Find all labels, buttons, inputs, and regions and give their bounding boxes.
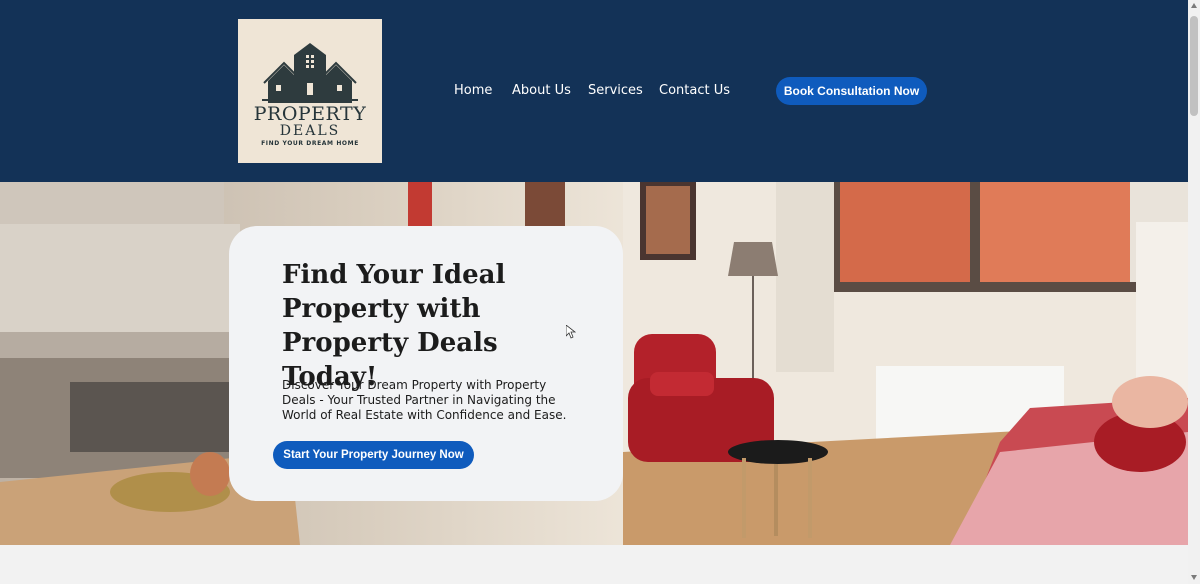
scroll-up-arrow-icon[interactable] — [1191, 3, 1197, 8]
mouse-cursor-icon — [566, 325, 576, 339]
hero-description: Discover Your Dream Property with Proper… — [282, 378, 567, 422]
logo-title: PROPERTY — [253, 103, 367, 125]
logo-tagline: FIND YOUR DREAM HOME — [261, 140, 359, 147]
nav-link-home[interactable]: Home — [454, 83, 492, 98]
scroll-thumb[interactable] — [1190, 16, 1198, 116]
nav-link-contact-us[interactable]: Contact Us — [659, 83, 730, 98]
start-property-journey-button[interactable]: Start Your Property Journey Now — [273, 441, 474, 469]
next-section — [0, 545, 1188, 584]
nav-link-about-us[interactable]: About Us — [512, 83, 571, 98]
page-scrollbar[interactable] — [1188, 0, 1200, 584]
nav-link-services[interactable]: Services — [588, 83, 643, 98]
main-nav: Home About Us Services Contact Us — [0, 83, 800, 101]
logo-subtitle: DEALS — [279, 123, 341, 139]
hero-section: Find Your Ideal Property with Property D… — [0, 182, 1188, 545]
site-header: PROPERTY DEALS FIND YOUR DREAM HOME Home… — [0, 0, 1188, 182]
scroll-down-arrow-icon[interactable] — [1191, 575, 1197, 580]
hero-card: Find Your Ideal Property with Property D… — [229, 226, 623, 501]
book-consultation-button[interactable]: Book Consultation Now — [776, 77, 927, 105]
hero-title: Find Your Ideal Property with Property D… — [282, 260, 506, 392]
